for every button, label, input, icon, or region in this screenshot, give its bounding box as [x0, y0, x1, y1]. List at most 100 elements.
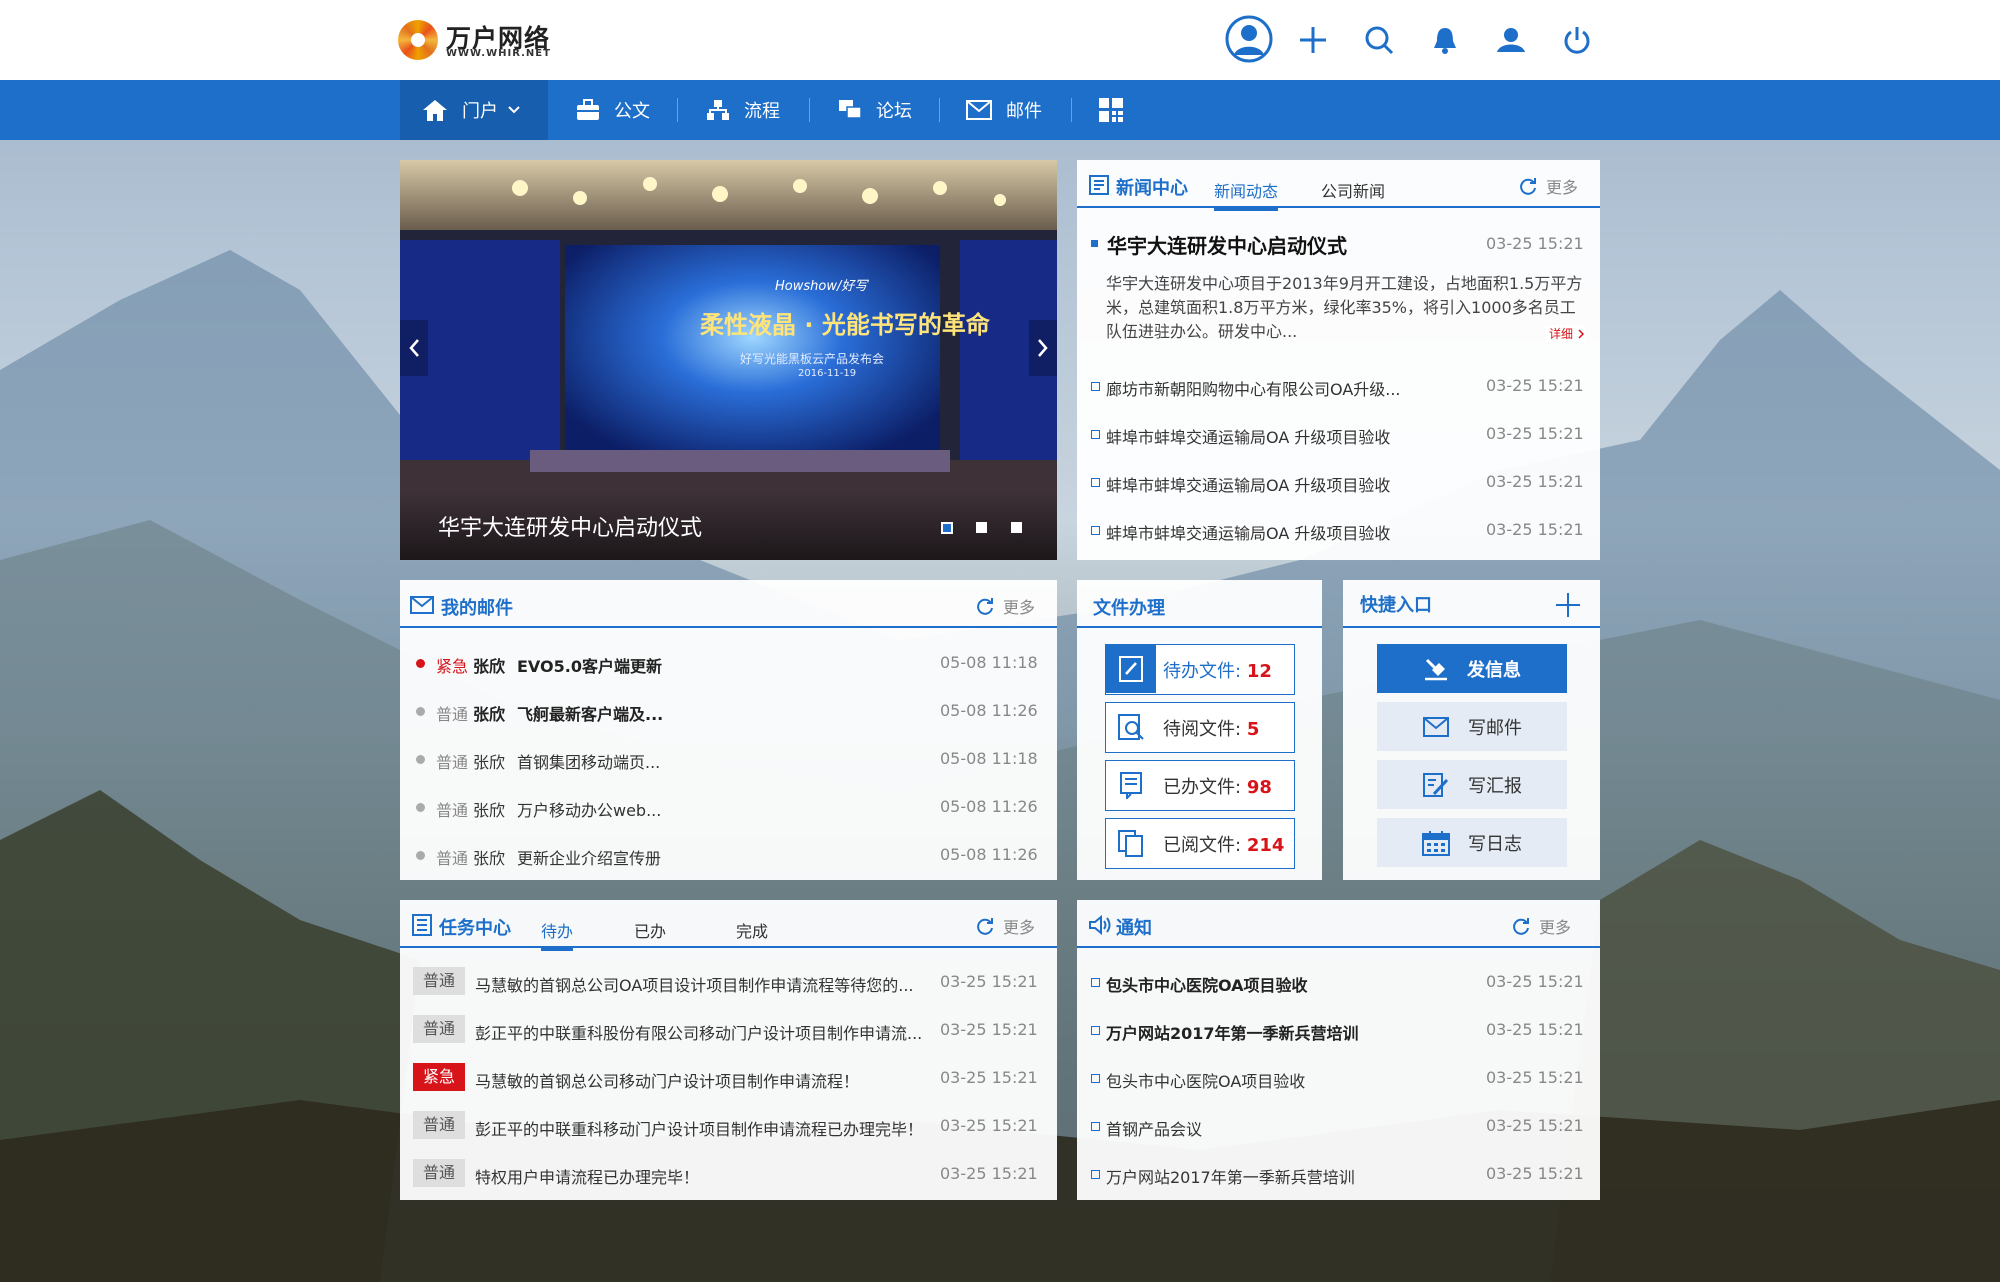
tab-pending[interactable]: 待办: [541, 918, 574, 951]
notice-row[interactable]: 万户网站2017年第一季新兵营培训 03-25 15:21: [1077, 1162, 1600, 1187]
task-row[interactable]: 普通 特权用户申请流程已办理完毕！ 03-25 15:21: [400, 1159, 1057, 1187]
file-label-text: 已办文件:: [1163, 777, 1242, 798]
write-log-button[interactable]: 写日志: [1377, 818, 1567, 867]
files-header: 文件办理: [1077, 580, 1322, 628]
plus-icon[interactable]: [1555, 592, 1581, 618]
status-dot: [416, 803, 425, 812]
file-label: 待办文件: 12: [1163, 657, 1272, 683]
mail-row[interactable]: 普通 张欣 万户移动办公web... 05-08 11:26: [400, 795, 1057, 820]
notice-row[interactable]: 包头市中心医院OA项目验收 03-25 15:21: [1077, 970, 1600, 995]
tab-news-updates[interactable]: 新闻动态: [1214, 178, 1279, 211]
item-title: 廊坊市新朝阳购物中心有限公司OA升级...: [1106, 380, 1401, 399]
tab-completed[interactable]: 完成: [736, 918, 768, 942]
write-report-button[interactable]: 写汇报: [1377, 760, 1567, 809]
file-label-text: 待阅文件:: [1163, 719, 1242, 740]
carousel-dot-active[interactable]: [941, 522, 953, 534]
bullet-icon: [1091, 240, 1098, 247]
power-icon[interactable]: [1555, 18, 1599, 62]
carousel-prev-button[interactable]: [400, 320, 428, 376]
file-label-text: 待办文件:: [1163, 661, 1242, 682]
refresh-icon: [977, 598, 993, 615]
notice-title: 万户网站2017年第一季新兵营培训: [1106, 1168, 1355, 1187]
plus-icon[interactable]: [1291, 18, 1335, 62]
task-row[interactable]: 紧急 马慧敏的首钢总公司移动门户设计项目制作申请流程！ 03-25 15:21: [400, 1063, 1057, 1091]
send-message-button[interactable]: 发信息: [1377, 644, 1567, 693]
stage-headline: 柔性液晶 · 光能书写的革命: [700, 311, 990, 339]
tab-done[interactable]: 已办: [634, 918, 666, 942]
bullet-icon: [1091, 382, 1100, 391]
nav-item-mail[interactable]: 邮件: [966, 80, 1042, 140]
notice-row[interactable]: 首钢产品会议 03-25 15:21: [1077, 1114, 1600, 1139]
bell-icon[interactable]: [1423, 18, 1467, 62]
more-link[interactable]: 更多: [975, 914, 1035, 938]
nav-item-document[interactable]: 公文: [576, 80, 650, 140]
bullet-icon: [1091, 478, 1100, 487]
detail-link[interactable]: 详细: [1545, 325, 1586, 342]
task-text: 彭正平的中联重科移动门户设计项目制作申请流程已办理完毕！: [475, 1120, 924, 1139]
home-icon: [422, 98, 448, 122]
write-mail-button[interactable]: 写邮件: [1377, 702, 1567, 751]
item-date: 03-25 15:21: [1486, 472, 1584, 491]
detail-label: 详细: [1549, 327, 1574, 341]
nav-item-workflow[interactable]: 流程: [706, 80, 780, 140]
task-row[interactable]: 普通 马慧敏的首钢总公司OA项目设计项目制作申请流程等待您的... 03-25 …: [400, 967, 1057, 995]
more-link[interactable]: 更多: [1511, 914, 1571, 938]
panel-title: 我的邮件: [441, 598, 513, 619]
mail-row[interactable]: 紧急 张欣 EVO5.0客户端更新 05-08 11:18: [400, 651, 1057, 676]
apps-grid-icon[interactable]: [1099, 80, 1123, 140]
featured-date: 03-25 15:21: [1486, 234, 1584, 253]
contacts-icon[interactable]: [1489, 18, 1533, 62]
mail-subject: 万户移动办公web...: [517, 801, 662, 820]
task-row[interactable]: 普通 彭正平的中联重科股份有限公司移动门户设计项目制作申请流... 03-25 …: [400, 1015, 1057, 1043]
item-date: 03-25 15:21: [1486, 520, 1584, 539]
mail-icon: [966, 100, 992, 120]
news-header: 新闻中心 新闻动态 公司新闻 更多: [1077, 160, 1600, 211]
carousel-next-button[interactable]: [1029, 320, 1057, 376]
user-avatar-icon[interactable]: [1225, 15, 1273, 63]
nav-divider: [809, 98, 810, 122]
image-carousel[interactable]: Howshow/好写 柔性液晶 · 光能书写的革命 好写光能黑板云产品发布会 2…: [400, 160, 1057, 560]
search-icon[interactable]: [1357, 18, 1401, 62]
bullet-icon: [1091, 978, 1100, 987]
logo[interactable]: 万户网络 WWW.WHIR.NET: [398, 18, 578, 62]
notice-date: 03-25 15:21: [1486, 1116, 1584, 1135]
mail-row[interactable]: 普通 张欣 更新企业介绍宣传册 05-08 11:26: [400, 843, 1057, 868]
chevron-left-icon: [409, 339, 419, 357]
list-item[interactable]: 廊坊市新朝阳购物中心有限公司OA升级... 03-25 15:21: [1077, 374, 1600, 399]
refresh-icon: [977, 918, 993, 935]
done-files-button[interactable]: 已办文件: 98: [1105, 760, 1295, 811]
status-badge: 普通: [413, 967, 465, 995]
notice-date: 03-25 15:21: [1486, 1020, 1584, 1039]
task-row[interactable]: 普通 彭正平的中联重科移动门户设计项目制作申请流程已办理完毕！ 03-25 15…: [400, 1111, 1057, 1139]
quick-label: 写日志: [1468, 833, 1522, 855]
mail-level: 普通: [436, 753, 469, 772]
list-item[interactable]: 蚌埠市蚌埠交通运输局OA 升级项目验收 03-25 15:21: [1077, 422, 1600, 447]
carousel-dot[interactable]: [976, 522, 987, 533]
nav-item-portal[interactable]: 门户: [400, 80, 548, 140]
carousel-dot[interactable]: [1011, 522, 1022, 533]
mail-date: 05-08 11:26: [940, 701, 1038, 720]
bullet-icon: [1091, 1122, 1100, 1131]
more-link[interactable]: 更多: [1518, 174, 1578, 198]
read-files-button[interactable]: 已阅文件: 214: [1105, 818, 1295, 869]
notice-row[interactable]: 万户网站2017年第一季新兵营培训 03-25 15:21: [1077, 1018, 1600, 1043]
notice-row[interactable]: 包头市中心医院OA项目验收 03-25 15:21: [1077, 1066, 1600, 1091]
notice-title: 包头市中心医院OA项目验收: [1106, 976, 1308, 995]
tab-company-news[interactable]: 公司新闻: [1321, 178, 1385, 202]
item-title: 蚌埠市蚌埠交通运输局OA 升级项目验收: [1106, 476, 1391, 495]
more-link[interactable]: 更多: [975, 594, 1035, 618]
more-label: 更多: [1003, 598, 1036, 617]
mail-row[interactable]: 普通 张欣 飞舸最新客户端及... 05-08 11:26: [400, 699, 1057, 724]
list-item[interactable]: 蚌埠市蚌埠交通运输局OA 升级项目验收 03-25 15:21: [1077, 518, 1600, 543]
mail-sender: 张欣: [473, 753, 506, 772]
carousel-caption: 华宇大连研发中心启动仪式: [438, 516, 703, 541]
featured-news[interactable]: 华宇大连研发中心启动仪式 03-25 15:21: [1077, 230, 1600, 258]
mail-row[interactable]: 普通 张欣 首钢集团移动端页... 05-08 11:18: [400, 747, 1057, 772]
notice-header: 通知 更多: [1077, 900, 1600, 948]
to-read-files-button[interactable]: 待阅文件: 5: [1105, 702, 1295, 753]
pending-files-button[interactable]: 待办文件: 12: [1105, 644, 1295, 695]
list-item[interactable]: 蚌埠市蚌埠交通运输局OA 升级项目验收 03-25 15:21: [1077, 470, 1600, 495]
nav-item-forum[interactable]: 论坛: [838, 80, 912, 140]
top-header: 万户网络 WWW.WHIR.NET: [0, 0, 2000, 80]
refresh-icon: [1513, 918, 1529, 935]
